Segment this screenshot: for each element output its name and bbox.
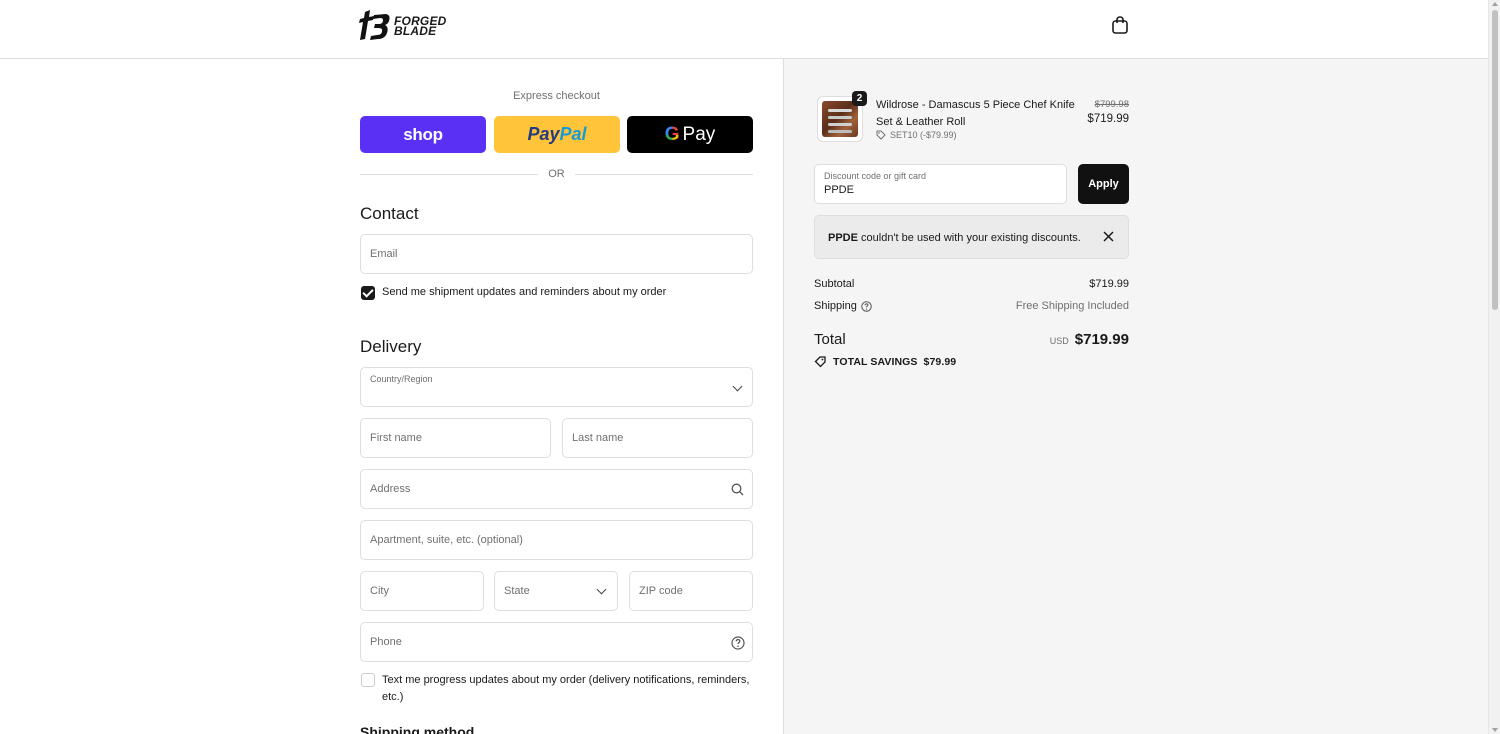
- apply-discount-button[interactable]: Apply: [1078, 164, 1129, 204]
- contact-heading: Contact: [360, 204, 419, 223]
- sms-updates-option[interactable]: Text me progress updates about my order …: [361, 673, 753, 705]
- quantity-badge: 2: [852, 91, 867, 106]
- chevron-down-icon: [732, 381, 743, 392]
- express-checkout-label: Express checkout: [513, 90, 600, 102]
- shopping-bag-icon[interactable]: [1110, 15, 1130, 35]
- country-label: Country/Region: [370, 374, 433, 384]
- product-discount-tag: SET10 (-$79.99): [876, 130, 957, 140]
- shipment-updates-option[interactable]: Send me shipment updates and reminders a…: [361, 286, 666, 300]
- last-name-field[interactable]: Last name: [562, 418, 753, 458]
- brand-logo-icon: [359, 10, 390, 40]
- discount-code-value: PPDE: [824, 184, 854, 196]
- discount-code-field[interactable]: Discount code or gift card PPDE: [814, 164, 1067, 204]
- phone-placeholder: Phone: [370, 636, 402, 648]
- close-icon[interactable]: [1102, 230, 1115, 243]
- email-placeholder: Email: [370, 248, 398, 260]
- brand-wordmark: FORGED BLADE: [394, 15, 447, 37]
- google-pay-button[interactable]: G Pay: [627, 116, 753, 153]
- subtotal-row: Subtotal $719.99: [814, 278, 1129, 290]
- subtotal-label: Subtotal: [814, 278, 855, 290]
- total-value: $719.99: [1074, 331, 1129, 348]
- discount-code-label: Discount code or gift card: [824, 171, 927, 181]
- order-summary-column: [783, 59, 1488, 734]
- product-name: Wildrose - Damascus 5 Piece Chef Knife S…: [876, 99, 1075, 128]
- city-field[interactable]: City: [360, 571, 484, 611]
- total-savings: TOTAL SAVINGS $79.99: [814, 355, 956, 368]
- state-select[interactable]: State: [494, 571, 618, 611]
- country-select[interactable]: Country/Region: [360, 367, 753, 407]
- total-savings-label: TOTAL SAVINGS: [833, 355, 918, 368]
- shipment-updates-checkbox[interactable]: [361, 286, 375, 300]
- help-circle-icon[interactable]: [861, 301, 872, 312]
- apartment-placeholder: Apartment, suite, etc. (optional): [370, 534, 523, 546]
- scroll-down-arrow-icon[interactable]: [1492, 728, 1498, 732]
- address-field[interactable]: Address: [360, 469, 753, 509]
- shop-pay-button[interactable]: shop: [360, 116, 486, 153]
- delivery-heading: Delivery: [360, 337, 422, 356]
- help-circle-icon[interactable]: [731, 636, 745, 650]
- google-g-icon: G: [664, 123, 680, 145]
- zip-code-field[interactable]: ZIP code: [629, 571, 753, 611]
- sms-updates-checkbox[interactable]: [361, 673, 375, 687]
- first-name-field[interactable]: First name: [360, 418, 551, 458]
- subtotal-value: $719.99: [1089, 278, 1129, 290]
- discount-tag-label: SET10 (-$79.99): [890, 130, 957, 140]
- first-name-placeholder: First name: [370, 432, 422, 444]
- knife-set-image: [822, 101, 858, 137]
- original-price: $799.98: [1094, 99, 1129, 110]
- address-placeholder: Address: [370, 483, 411, 495]
- scrollbar-thumb[interactable]: [1492, 10, 1498, 310]
- total-savings-value: $79.99: [923, 355, 957, 368]
- shop-pay-label: shop: [403, 124, 443, 144]
- or-label: OR: [548, 168, 565, 180]
- or-divider: OR: [360, 167, 753, 183]
- tag-icon: [814, 356, 826, 368]
- google-pay-label: Pay: [682, 123, 716, 145]
- state-placeholder: State: [504, 585, 530, 597]
- checkout-form-column: Express checkout shop Pay Pal G Pay OR Con…: [0, 59, 783, 734]
- paypal-label-part2: Pal: [559, 124, 587, 144]
- site-header: FORGED BLADE: [0, 0, 1488, 59]
- total-amount: USD $719.99: [1050, 331, 1129, 348]
- shipping-method-heading: Shipping method: [360, 724, 475, 734]
- brand-logo[interactable]: FORGED BLADE: [359, 9, 447, 41]
- scroll-up-arrow-icon[interactable]: [1492, 2, 1498, 6]
- last-name-placeholder: Last name: [572, 432, 624, 444]
- paypal-button[interactable]: Pay Pal: [494, 116, 620, 153]
- discount-error-message: PPDE couldn't be used with your existing…: [828, 232, 1081, 244]
- city-placeholder: City: [370, 585, 389, 597]
- shipment-updates-label: Send me shipment updates and reminders a…: [382, 286, 667, 298]
- shipping-value: Free Shipping Included: [1015, 300, 1129, 312]
- shipping-row: Shipping Free Shipping Included: [814, 300, 1129, 312]
- discounted-price: $719.99: [1087, 113, 1129, 125]
- currency-code: USD: [1049, 336, 1069, 346]
- error-discount-code: PPDE: [828, 232, 858, 244]
- zip-code-placeholder: ZIP code: [639, 585, 683, 597]
- error-message-text: couldn't be used with your existing disc…: [857, 232, 1081, 244]
- tag-icon: [876, 130, 886, 140]
- apartment-field[interactable]: Apartment, suite, etc. (optional): [360, 520, 753, 560]
- paypal-label-part1: Pay: [527, 124, 560, 144]
- total-label: Total: [814, 331, 846, 348]
- discount-error-banner: PPDE couldn't be used with your existing…: [814, 215, 1129, 259]
- email-field[interactable]: Email: [360, 234, 753, 274]
- search-icon: [731, 483, 744, 496]
- sms-updates-label: Text me progress updates about my order …: [382, 674, 750, 703]
- page-scrollbar[interactable]: [1488, 0, 1500, 734]
- shipping-label: Shipping: [814, 300, 857, 312]
- chevron-down-icon: [596, 584, 607, 595]
- phone-field[interactable]: Phone: [360, 622, 753, 662]
